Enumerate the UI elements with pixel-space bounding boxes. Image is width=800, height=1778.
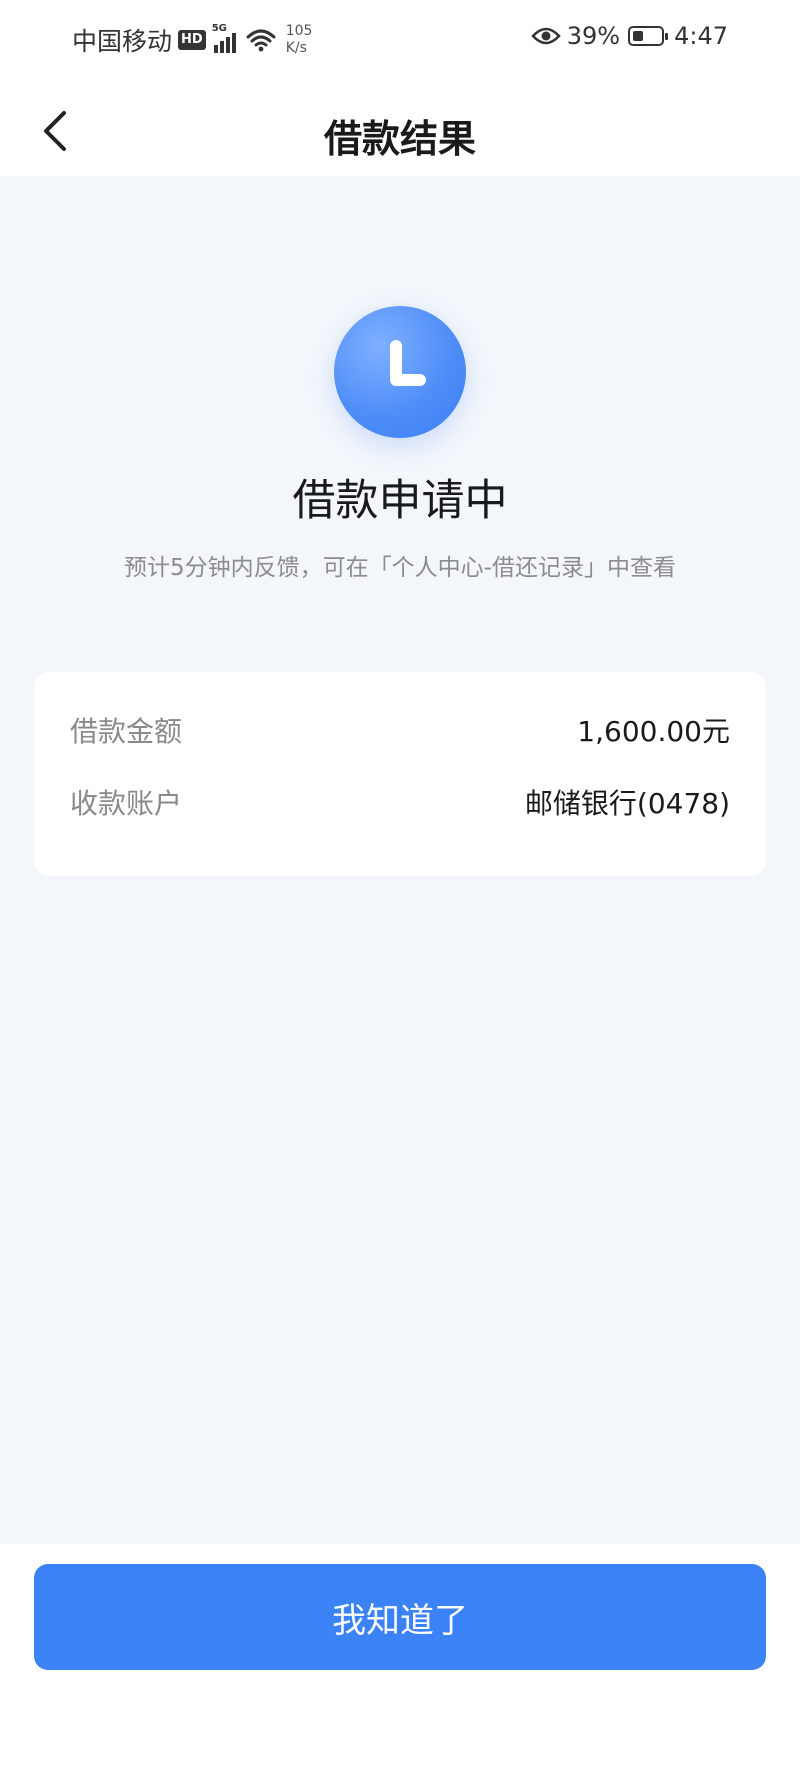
speed-value: 105	[285, 23, 313, 39]
status-time: 4:47	[674, 22, 728, 50]
page-title: 借款结果	[323, 117, 476, 161]
status-bar-right: 39% 4:47	[531, 22, 728, 50]
carrier-name: 中国移动	[72, 27, 173, 56]
signal-icon: 5G	[212, 23, 238, 53]
nav-bar: 借款结果	[0, 84, 800, 176]
network-type: 5G	[211, 23, 227, 34]
status-note: 预计5分钟内反馈，可在「个人中心-借还记录」中查看	[124, 555, 676, 581]
status-title: 借款申请中	[292, 476, 508, 526]
loan-info-card: 借款金额 1,600.00元 收款账户 邮储银行(0478)	[34, 672, 766, 876]
bottom-area: 我知道了	[0, 1544, 800, 1778]
got-it-button[interactable]: 我知道了	[34, 1564, 766, 1670]
status-bar-left: 中国移动 HD 5G 105 K/s	[72, 22, 312, 58]
receiving-account-value: 邮储银行(0478)	[524, 787, 730, 820]
loan-amount-row: 借款金额 1,600.00元	[70, 710, 730, 750]
result-content: 借款申请中 预计5分钟内反馈，可在「个人中心-借还记录」中查看 借款金额 1,6…	[0, 176, 800, 1544]
battery-percent: 39%	[566, 22, 621, 50]
hd-badge: HD	[178, 30, 206, 50]
eye-comfort-icon	[531, 27, 561, 45]
network-speed: 105 K/s	[286, 23, 313, 57]
loan-amount-value: 1,600.00元	[577, 715, 730, 748]
status-bar: 中国移动 HD 5G 105 K/s 39% 4:47	[0, 0, 800, 84]
receiving-account-label: 收款账户	[70, 787, 183, 820]
battery-icon	[628, 26, 669, 46]
wifi-icon	[246, 29, 276, 52]
clock-icon	[334, 306, 466, 438]
speed-unit: K/s	[285, 40, 307, 56]
receiving-account-row: 收款账户 邮储银行(0478)	[70, 782, 730, 822]
loan-amount-label: 借款金额	[70, 715, 183, 748]
